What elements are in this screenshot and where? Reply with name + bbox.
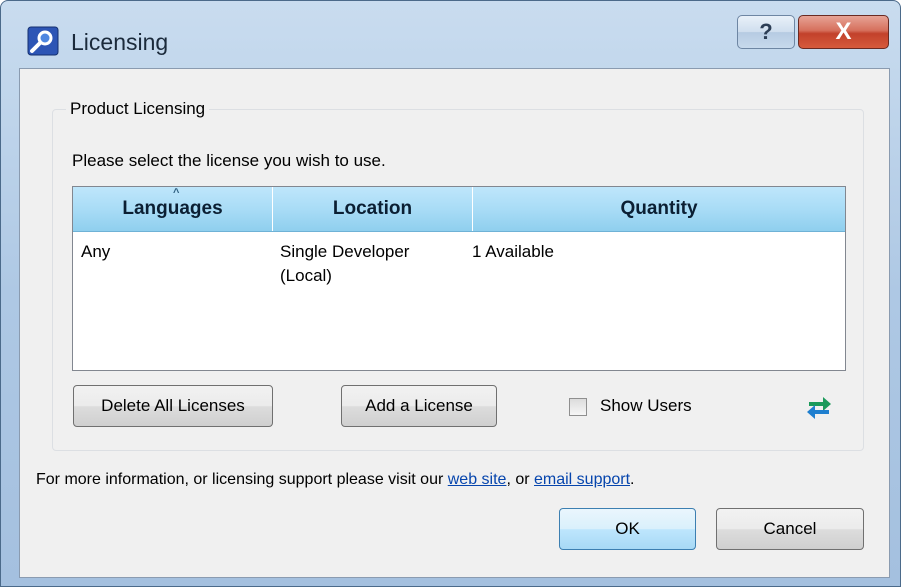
cell-location-line2: (Local) <box>280 266 332 285</box>
group-legend: Product Licensing <box>66 99 210 119</box>
help-button[interactable]: ? <box>737 15 795 49</box>
instruction-text: Please select the license you wish to us… <box>72 151 386 170</box>
column-header-label: Location <box>332 198 413 219</box>
window-title: Licensing <box>71 29 169 55</box>
table-header: ^ Languages Location Quantity <box>73 187 845 232</box>
column-header-label: Quantity <box>620 198 698 219</box>
refresh-icon[interactable] <box>805 393 833 421</box>
footer-text-before: For more information, or licensing suppo… <box>36 471 448 488</box>
delete-all-licenses-button[interactable]: Delete All Licenses <box>73 385 273 427</box>
show-users-checkbox[interactable] <box>569 398 587 416</box>
footer-text-after: . <box>630 471 635 488</box>
close-button[interactable]: X <box>798 15 889 49</box>
cell-location: Single Developer (Local) <box>280 240 409 288</box>
column-header-label: Languages <box>122 198 223 219</box>
cell-quantity: 1 Available <box>472 242 554 261</box>
sort-ascending-icon: ^ <box>173 187 180 199</box>
cell-language: Any <box>81 242 111 261</box>
column-header-location[interactable]: Location <box>273 187 473 231</box>
cell-location-line1: Single Developer <box>280 242 410 261</box>
ok-button[interactable]: OK <box>559 508 696 550</box>
dialog-client-area: Product Licensing Please select the lice… <box>19 68 890 578</box>
table-row[interactable]: Any Single Developer (Local) 1 Available <box>73 232 845 298</box>
cancel-button[interactable]: Cancel <box>716 508 864 550</box>
title-bar[interactable]: Licensing ? X <box>1 1 900 67</box>
web-site-link[interactable]: web site <box>448 471 507 488</box>
footer-info: For more information, or licensing suppo… <box>36 471 635 489</box>
email-support-link[interactable]: email support <box>534 471 630 488</box>
license-table[interactable]: ^ Languages Location Quantity Any Single… <box>72 186 846 371</box>
licensing-window: Licensing ? X Product Licensing Please s… <box>0 0 901 587</box>
footer-text-middle: , or <box>506 471 534 488</box>
add-license-button[interactable]: Add a License <box>341 385 497 427</box>
show-users-label[interactable]: Show Users <box>600 396 692 416</box>
column-header-languages[interactable]: ^ Languages <box>73 187 273 231</box>
column-header-quantity[interactable]: Quantity <box>473 187 845 231</box>
app-magnifier-icon <box>27 26 59 56</box>
